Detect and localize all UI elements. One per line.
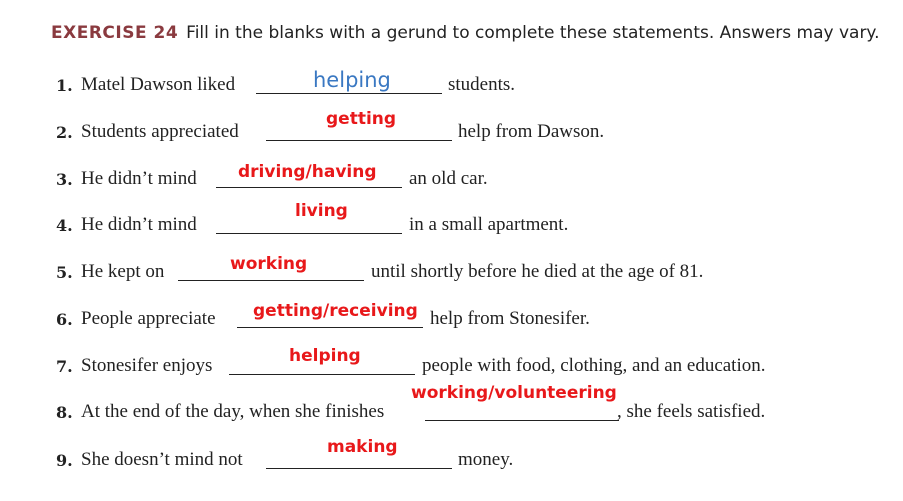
item-text-before: Stonesifer enjoys [81, 355, 213, 376]
exercise-item-9: 9. She doesn’t mind not making money. [0, 0, 903, 470]
item-text-before: People appreciate [81, 308, 216, 329]
item-text-after: help from Stonesifer. [430, 308, 590, 329]
answer-blank[interactable] [229, 374, 415, 375]
handwritten-answer: helping [313, 68, 391, 92]
item-text-after: in a small apartment. [409, 214, 569, 235]
item-number: 6. [56, 310, 73, 329]
item-number: 1. [56, 76, 73, 95]
answer-blank[interactable] [256, 93, 442, 94]
filled-answer: living [295, 201, 348, 221]
answer-blank[interactable] [216, 187, 402, 188]
item-number: 4. [56, 216, 73, 235]
item-text-after: an old car. [409, 168, 488, 189]
filled-answer: getting [326, 109, 397, 129]
item-text-before: At the end of the day, when she finishes [81, 401, 385, 422]
filled-answer: helping [289, 346, 361, 366]
item-text-before: Matel Dawson liked [81, 74, 236, 95]
answer-blank[interactable] [216, 233, 402, 234]
item-text-before: Students appreciated [81, 121, 239, 142]
answer-blank[interactable] [237, 327, 423, 328]
answer-blank[interactable] [178, 280, 364, 281]
answer-blank[interactable] [425, 420, 619, 421]
item-text-before: She doesn’t mind not [81, 449, 243, 470]
filled-answer: working/volunteering [411, 383, 617, 403]
item-number: 7. [56, 357, 73, 376]
item-number: 8. [56, 403, 73, 422]
item-text-before: He kept on [81, 261, 165, 282]
item-text-after: help from Dawson. [458, 121, 605, 142]
item-number: 3. [56, 170, 73, 189]
filled-answer: making [327, 437, 398, 457]
item-text-after: until shortly before he died at the age … [371, 261, 704, 282]
item-text-after: money. [458, 449, 514, 470]
answer-blank[interactable] [266, 140, 452, 141]
filled-answer: driving/having [238, 162, 377, 182]
item-number: 2. [56, 123, 73, 142]
filled-answer: getting/receiving [253, 301, 418, 321]
item-number: 5. [56, 263, 73, 282]
item-text-after: people with food, clothing, and an educa… [422, 355, 766, 376]
item-number: 9. [56, 451, 73, 470]
item-text-before: He didn’t mind [81, 168, 197, 189]
item-text-after: students. [448, 74, 516, 95]
answer-blank[interactable] [266, 468, 452, 469]
item-text-after: , she feels satisfied. [617, 401, 766, 422]
filled-answer: working [230, 254, 308, 274]
item-text-before: He didn’t mind [81, 214, 197, 235]
